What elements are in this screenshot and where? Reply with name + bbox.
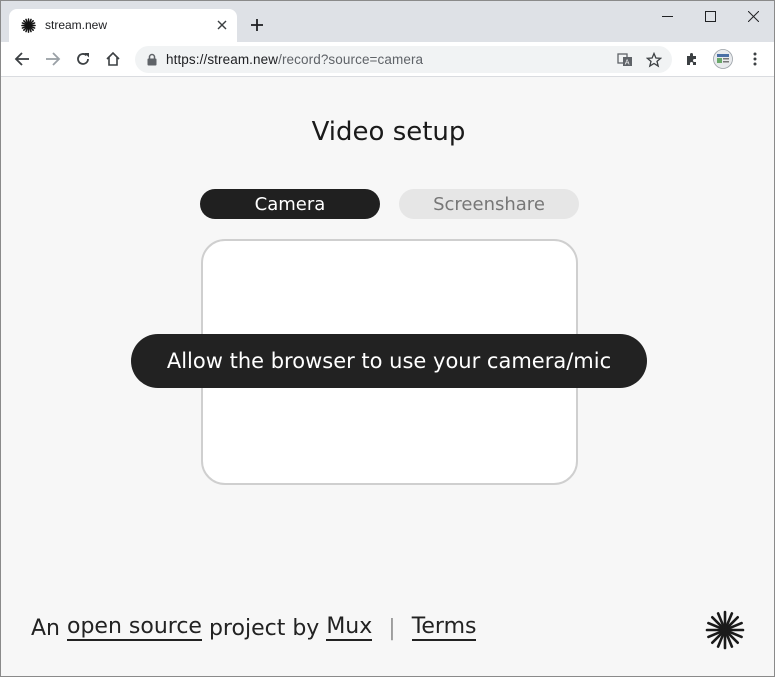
url-path: /record?source=camera xyxy=(278,52,424,67)
footer-middle: project by xyxy=(208,615,320,641)
url-text: https://stream.new/record?source=camera xyxy=(166,52,423,67)
address-bar[interactable]: https://stream.new/record?source=camera … xyxy=(135,46,672,73)
profile-icon[interactable] xyxy=(712,49,734,69)
footer: An open source project by Mux | Terms xyxy=(31,612,477,644)
terms-link[interactable]: Terms xyxy=(411,615,477,641)
url-host: https://stream.new xyxy=(166,52,279,67)
open-source-link[interactable]: open source xyxy=(67,615,202,641)
star-icon[interactable] xyxy=(645,51,663,69)
home-icon[interactable] xyxy=(103,49,123,69)
back-icon[interactable] xyxy=(12,49,32,69)
browser-tab[interactable]: stream.new xyxy=(9,9,237,42)
permission-prompt: Allow the browser to use your camera/mic xyxy=(131,334,647,388)
page-title: Video setup xyxy=(311,117,466,147)
close-window-icon[interactable] xyxy=(738,5,768,27)
tab-strip: stream.new xyxy=(1,1,774,42)
minimize-icon[interactable] xyxy=(652,5,682,27)
mux-link[interactable]: Mux xyxy=(326,615,373,641)
forward-icon[interactable] xyxy=(43,49,63,69)
plus-icon[interactable] xyxy=(247,15,267,35)
tab-camera[interactable]: Camera xyxy=(200,189,380,219)
extensions-icon[interactable] xyxy=(682,49,702,69)
browser-toolbar: https://stream.new/record?source=camera … xyxy=(1,42,774,77)
tab-title: stream.new xyxy=(45,18,108,32)
browser-window: stream.new https://stream.new/record?sou… xyxy=(0,0,775,677)
menu-icon[interactable] xyxy=(745,49,765,69)
translate-icon[interactable]: A xyxy=(616,51,634,69)
mux-logo-icon xyxy=(21,18,36,33)
close-icon[interactable] xyxy=(214,17,230,33)
footer-prefix: An xyxy=(31,615,60,641)
reload-icon[interactable] xyxy=(73,49,93,69)
mux-logo-icon xyxy=(705,610,745,650)
tab-screenshare[interactable]: Screenshare xyxy=(399,189,579,219)
footer-separator: | xyxy=(388,615,396,641)
svg-text:A: A xyxy=(625,59,630,67)
lock-icon xyxy=(147,53,157,66)
maximize-icon[interactable] xyxy=(695,5,725,27)
